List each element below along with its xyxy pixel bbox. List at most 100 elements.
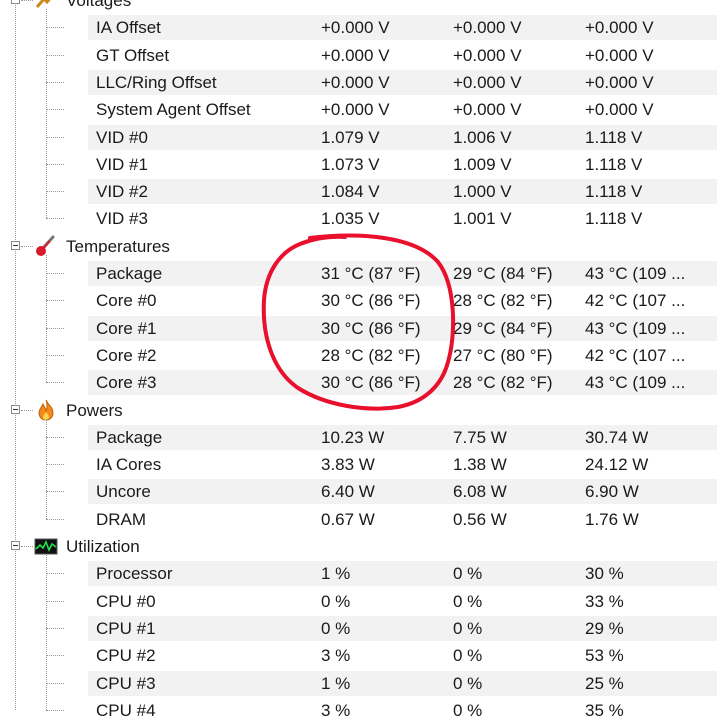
minimum-value: 0 % <box>453 592 483 611</box>
sensor-row[interactable]: CPU #1 0 % 0 % 29 % <box>0 615 717 642</box>
maximum-value: 53 % <box>585 646 624 665</box>
minimum-value: +0.000 V <box>453 18 522 37</box>
sensor-row[interactable]: VID #0 1.079 V 1.006 V 1.118 V <box>0 124 717 151</box>
minimum-value: 28 °C (82 °F) <box>453 291 553 310</box>
sensor-row[interactable]: VID #2 1.084 V 1.000 V 1.118 V <box>0 178 717 205</box>
tree-connector <box>46 9 47 218</box>
sensor-name: Processor <box>96 564 173 583</box>
sensor-row[interactable]: Processor 1 % 0 % 30 % <box>0 560 717 587</box>
minimum-value: +0.000 V <box>453 100 522 119</box>
maximum-value: +0.000 V <box>585 100 654 119</box>
sensor-name: Package <box>96 428 163 447</box>
tree-connector <box>21 546 33 547</box>
tree-connector <box>46 27 64 28</box>
tree-connector <box>46 355 64 356</box>
sensor-row[interactable]: Package 10.23 W 7.75 W 30.74 W <box>0 424 717 451</box>
sensor-row[interactable]: VID #3 1.035 V 1.001 V 1.118 V <box>0 205 717 232</box>
sensor-name: Core #2 <box>96 346 157 365</box>
tree-connector <box>46 628 64 629</box>
maximum-value: 24.12 W <box>585 455 649 474</box>
current-value: 1 % <box>321 564 351 583</box>
tree-connector <box>46 109 64 110</box>
maximum-value: 6.90 W <box>585 482 639 501</box>
maximum-value: 30 % <box>585 564 624 583</box>
current-value: +0.000 V <box>321 18 390 37</box>
tree-connector <box>46 683 64 684</box>
sensor-row[interactable]: GT Offset +0.000 V +0.000 V +0.000 V <box>0 42 717 69</box>
sensor-row[interactable]: Core #3 30 °C (86 °F) 28 °C (82 °F) 43 °C (… <box>0 369 717 396</box>
sensor-name: IA Cores <box>96 455 162 474</box>
current-value: 28 °C (82 °F) <box>321 346 421 365</box>
current-value: 6.40 W <box>321 482 375 501</box>
minimum-value: 7.75 W <box>453 428 507 447</box>
category-utilization[interactable]: Utilization <box>0 533 717 560</box>
sensor-row[interactable]: CPU #2 3 % 0 % 53 % <box>0 642 717 669</box>
maximum-value: 1.118 V <box>585 128 643 147</box>
category-powers[interactable]: Powers <box>0 397 717 424</box>
collapse-icon[interactable] <box>11 405 20 414</box>
maximum-value: 33 % <box>585 592 624 611</box>
sensor-row[interactable]: DRAM 0.67 W 0.56 W 1.76 W <box>0 506 717 533</box>
maximum-value: +0.000 V <box>585 73 654 92</box>
sensor-row[interactable]: CPU #0 0 % 0 % 33 % <box>0 588 717 615</box>
sensor-row[interactable]: LLC/Ring Offset +0.000 V +0.000 V +0.000 V <box>0 69 717 96</box>
tree-connector <box>21 0 33 1</box>
minimum-value: 1.001 V <box>453 209 512 228</box>
minimum-value: +0.000 V <box>453 46 522 65</box>
tree-connector <box>46 164 64 165</box>
category-voltages[interactable]: Voltages <box>0 0 717 14</box>
minimum-value: 1.38 W <box>453 455 507 474</box>
category-temperatures[interactable]: Temperatures <box>0 233 717 260</box>
sensor-row[interactable]: Package 31 °C (87 °F) 29 °C (84 °F) 43 °C (… <box>0 260 717 287</box>
sensor-name: VID #2 <box>96 182 148 201</box>
sensor-name: Uncore <box>96 482 151 501</box>
sensor-row[interactable]: VID #1 1.073 V 1.009 V 1.118 V <box>0 151 717 178</box>
tree-connector <box>46 328 64 329</box>
minimum-value: +0.000 V <box>453 73 522 92</box>
sensor-name: DRAM <box>96 510 147 529</box>
sensor-name: CPU #1 <box>96 619 156 638</box>
current-value: 1 % <box>321 674 351 693</box>
tree-connector <box>46 491 64 492</box>
sensor-name: VID #1 <box>96 155 148 174</box>
minimum-value: 28 °C (82 °F) <box>453 373 553 392</box>
current-value: +0.000 V <box>321 100 390 119</box>
sensor-name: Core #3 <box>96 373 157 392</box>
sensor-row[interactable]: Core #0 30 °C (86 °F) 28 °C (82 °F) 42 °C (… <box>0 287 717 314</box>
sensor-row[interactable]: Core #2 28 °C (82 °F) 27 °C (80 °F) 42 °C (… <box>0 342 717 369</box>
current-value: 0 % <box>321 592 351 611</box>
current-value: 30 °C (86 °F) <box>321 319 421 338</box>
collapse-icon[interactable] <box>11 0 20 4</box>
current-value: 3 % <box>321 701 351 720</box>
minimum-value: 0 % <box>453 701 483 720</box>
sensor-name: CPU #4 <box>96 701 156 720</box>
current-value: 1.035 V <box>321 209 380 228</box>
maximum-value: 42 °C (107 ... <box>585 291 686 310</box>
current-value: 10.23 W <box>321 428 385 447</box>
minimum-value: 29 °C (84 °F) <box>453 319 553 338</box>
sensor-row[interactable]: IA Offset +0.000 V +0.000 V +0.000 V <box>0 14 717 41</box>
sensor-row[interactable]: CPU #4 3 % 0 % 35 % <box>0 697 717 724</box>
current-value: 1.073 V <box>321 155 380 174</box>
sensor-row[interactable]: Uncore 6.40 W 6.08 W 6.90 W <box>0 478 717 505</box>
tree-connector <box>46 55 64 56</box>
maximum-value: 43 °C (109 ... <box>585 373 686 392</box>
minimum-value: 27 °C (80 °F) <box>453 346 553 365</box>
maximum-value: 42 °C (107 ... <box>585 346 686 365</box>
sensor-row[interactable]: CPU #3 1 % 0 % 25 % <box>0 670 717 697</box>
sensor-name: Package <box>96 264 163 283</box>
minimum-value: 6.08 W <box>453 482 507 501</box>
minimum-value: 0 % <box>453 674 483 693</box>
tree-connector <box>46 519 64 520</box>
sensor-row[interactable]: IA Cores 3.83 W 1.38 W 24.12 W <box>0 451 717 478</box>
tree-connector <box>21 410 33 411</box>
sensor-row[interactable]: Core #1 30 °C (86 °F) 29 °C (84 °F) 43 °C (… <box>0 315 717 342</box>
sensor-row[interactable]: System Agent Offset +0.000 V +0.000 V +0.00… <box>0 96 717 123</box>
collapse-icon[interactable] <box>11 241 20 250</box>
collapse-icon[interactable] <box>11 541 20 550</box>
sensor-name: VID #3 <box>96 209 148 228</box>
tree-connector <box>46 710 64 711</box>
tree-connector <box>46 82 64 83</box>
current-value: 31 °C (87 °F) <box>321 264 421 283</box>
minimum-value: 0 % <box>453 646 483 665</box>
